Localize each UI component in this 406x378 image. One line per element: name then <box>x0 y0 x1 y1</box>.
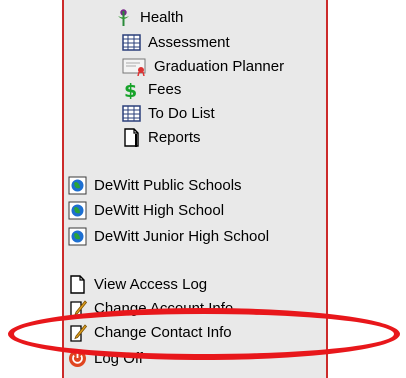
link-label: View Access Log <box>94 275 208 293</box>
todo-list-icon <box>122 104 141 123</box>
edit-icon <box>68 299 87 318</box>
svg-text:$: $ <box>124 80 137 99</box>
school-globe-icon <box>68 201 87 220</box>
school-globe-icon <box>68 176 87 195</box>
menu-item-graduation-planner[interactable]: Graduation Planner <box>122 55 284 77</box>
link-label: Change Account Info <box>94 299 234 317</box>
menu-item-health[interactable]: Health <box>114 6 183 28</box>
school-link-dewitt-high-school[interactable]: DeWitt High School <box>68 199 224 221</box>
log-off-link[interactable]: Log Off <box>68 347 143 369</box>
fees-icon: $ <box>122 80 141 99</box>
menu-item-label: Graduation Planner <box>154 57 285 75</box>
menu-item-label: Health <box>140 8 184 26</box>
menu-item-fees[interactable]: $ Fees <box>122 78 181 100</box>
edit-icon <box>68 323 87 342</box>
link-label: Log Off <box>94 349 143 367</box>
menu-item-reports[interactable]: Reports <box>122 126 201 148</box>
link-label: Change Contact Info <box>94 323 232 341</box>
menu-item-assessment[interactable]: Assessment <box>122 31 230 53</box>
menu-item-label: Reports <box>148 128 201 146</box>
school-link-dewitt-public-schools[interactable]: DeWitt Public Schools <box>68 174 242 196</box>
change-account-info-link[interactable]: Change Account Info <box>68 297 233 319</box>
menu-item-label: Assessment <box>148 33 230 51</box>
power-icon <box>68 349 87 368</box>
menu-item-label: Fees <box>148 80 182 98</box>
school-globe-icon <box>68 227 87 246</box>
reports-icon <box>122 127 141 147</box>
view-access-log-link[interactable]: View Access Log <box>68 273 207 295</box>
document-icon <box>68 274 87 294</box>
school-link-label: DeWitt High School <box>94 201 225 219</box>
school-link-label: DeWitt Junior High School <box>94 227 270 245</box>
school-link-dewitt-junior-high-school[interactable]: DeWitt Junior High School <box>68 225 269 247</box>
change-contact-info-link[interactable]: Change Contact Info <box>68 321 232 343</box>
assessment-icon <box>122 33 141 52</box>
menu-item-label: To Do List <box>148 104 215 122</box>
graduation-planner-icon <box>122 57 147 76</box>
navigation-sidebar: Health Assessment Graduation Planner $ F… <box>62 0 328 378</box>
menu-item-todo-list[interactable]: To Do List <box>122 102 215 124</box>
health-icon <box>114 8 133 27</box>
school-link-label: DeWitt Public Schools <box>94 176 242 194</box>
